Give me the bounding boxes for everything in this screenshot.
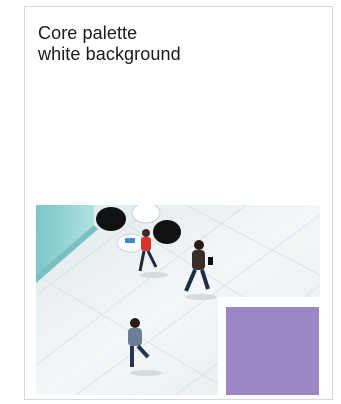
- title-line-1: Core palette: [38, 23, 138, 43]
- palette-card: Core palette white background: [24, 6, 333, 400]
- card-title: Core palette white background: [38, 23, 181, 65]
- title-line-2: white background: [38, 44, 181, 64]
- color-swatch: [226, 307, 319, 395]
